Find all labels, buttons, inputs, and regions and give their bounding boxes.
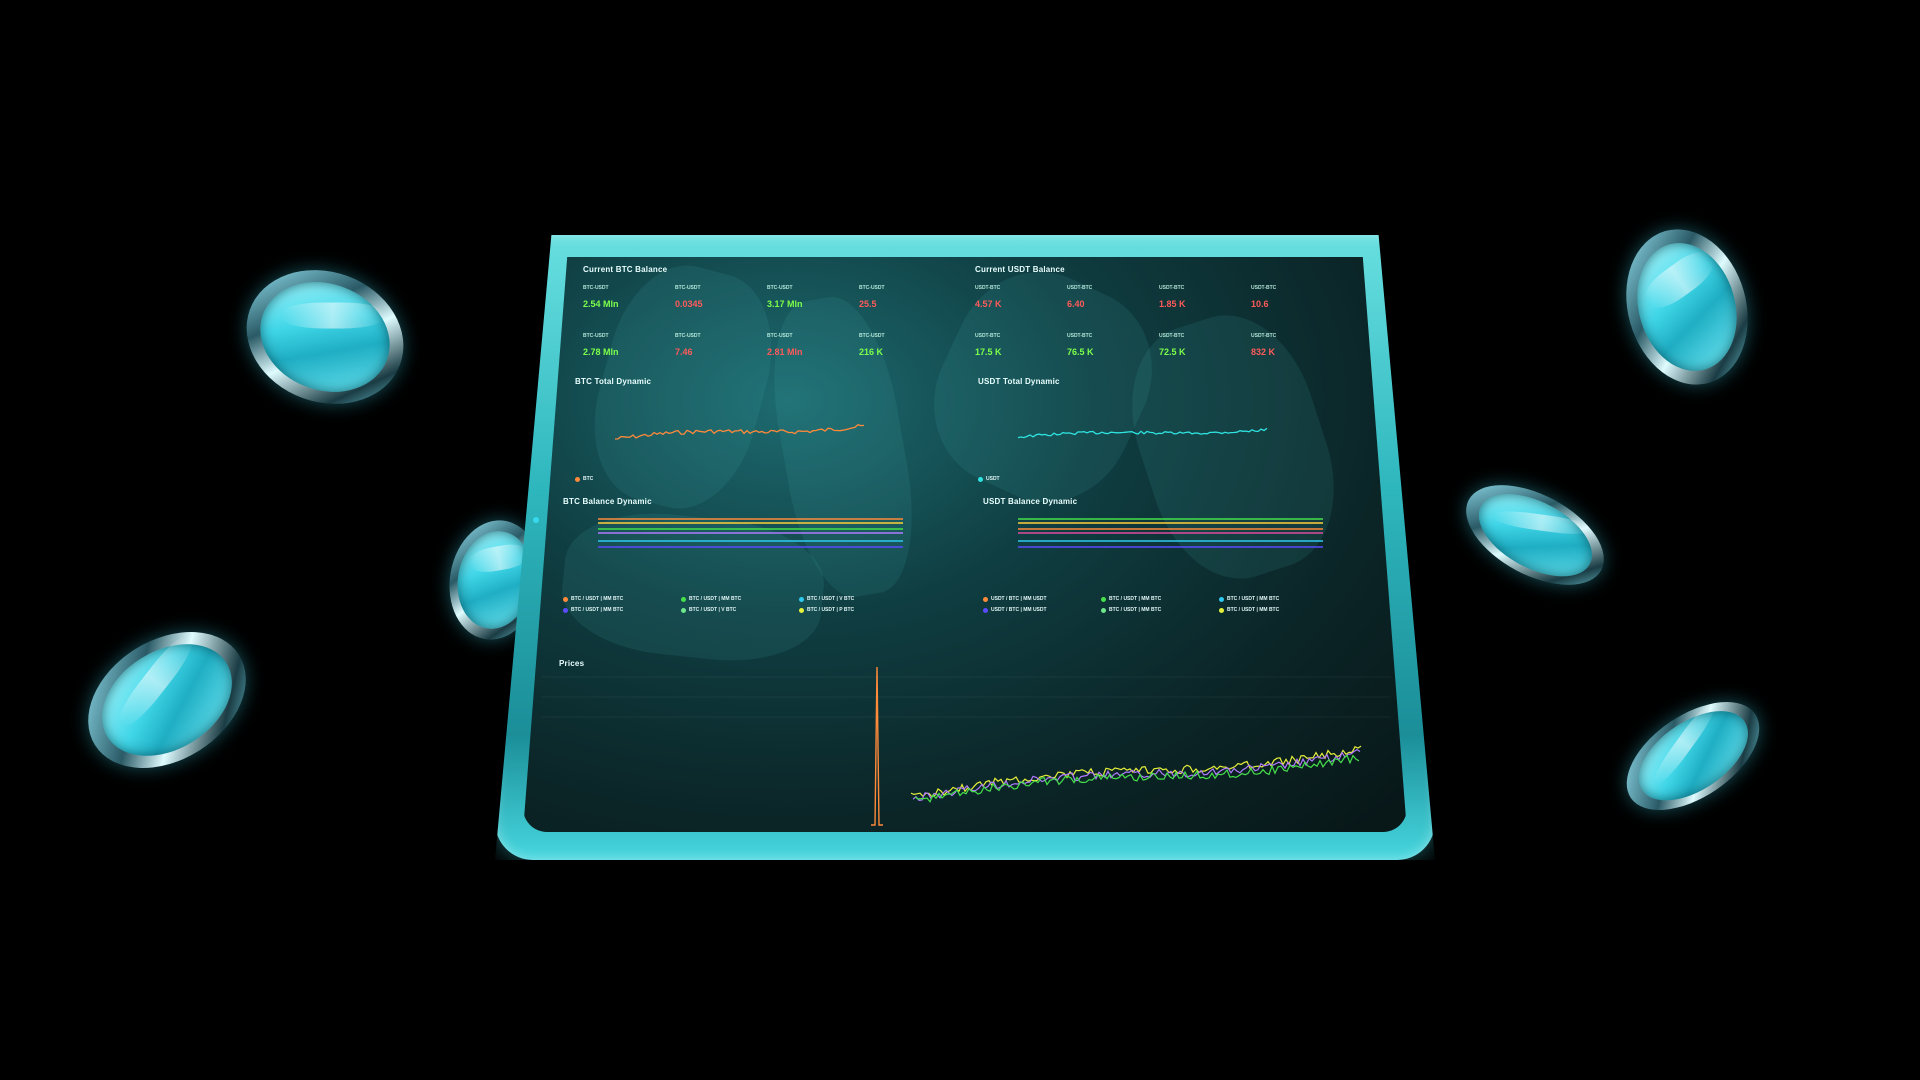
legend-label: USDT / BTC | MM USDT	[991, 607, 1047, 613]
usdt-balance-title: Current USDT Balance	[975, 265, 1065, 274]
coin-top-left	[227, 248, 423, 426]
btc-balance-cell-value: 2.78 Mln	[583, 347, 619, 357]
prices-panel: Prices	[541, 647, 1391, 827]
usdt-balance-cell-label: USDT-BTC	[975, 333, 1001, 339]
legend-dot	[563, 597, 568, 602]
usdt-balance-cell-label: USDT-BTC	[975, 285, 1001, 291]
usdt-balance-cell-value: 6.40	[1067, 299, 1085, 309]
usdt-balance-cell-value: 1.85 K	[1159, 299, 1186, 309]
usdt-balance-dynamic-title: USDT Balance Dynamic	[983, 497, 1078, 506]
coin-right-middle	[1450, 464, 1620, 606]
btc-balance-title: Current BTC Balance	[583, 265, 668, 274]
btc-balance-cell-label: BTC-USDT	[859, 333, 885, 339]
usdt-balance-cell-label: USDT-BTC	[1067, 333, 1093, 339]
usdt-balance-cell-label: USDT-BTC	[1159, 333, 1185, 339]
legend-label: BTC / USDT | MM BTC	[1109, 607, 1162, 613]
legend-label: BTC / USDT | V BTC	[807, 596, 855, 602]
usdt-balance-cell-value: 72.5 K	[1159, 347, 1186, 357]
btc-balance-cell-value: 0.0345	[675, 299, 703, 309]
scene: Current BTC Balance BTC-USDT 2.54 Mln BTC-…	[0, 0, 1920, 1080]
coin-left-bottom	[63, 604, 271, 796]
legend-dot	[983, 608, 988, 613]
dashboard-screen: Current BTC Balance BTC-USDT 2.54 Mln BTC-…	[523, 257, 1407, 832]
legend-label: BTC / USDT | MM BTC	[1227, 596, 1280, 602]
usdt-balance-panel: Current USDT Balance USDT-BTC 4.57 K USDT-…	[975, 265, 1355, 375]
usdt-balance-cell-label: USDT-BTC	[1251, 333, 1277, 339]
btc-total-legend-dot	[575, 477, 580, 482]
usdt-total-panel: USDT Total Dynamic USDT	[978, 377, 1308, 487]
legend-label: BTC / USDT | P BTC	[807, 607, 855, 613]
legend-label: BTC / USDT | MM BTC	[1227, 607, 1280, 613]
tablet: Current BTC Balance BTC-USDT 2.54 Mln BTC-…	[495, 235, 1435, 860]
btc-balance-cell-value: 3.17 Mln	[767, 299, 803, 309]
legend-dot	[563, 608, 568, 613]
legend-label: BTC / USDT | MM BTC	[571, 596, 624, 602]
btc-balance-cell-label: BTC-USDT	[583, 333, 609, 339]
legend-dot	[681, 608, 686, 613]
usdt-total-legend-dot	[978, 477, 983, 482]
legend-label: BTC / USDT | MM BTC	[571, 607, 624, 613]
legend-dot	[983, 597, 988, 602]
usdt-balance-dynamic-panel: USDT Balance Dynamic USDT / BTC | MM USD…	[983, 497, 1373, 637]
btc-balance-cell-value: 2.54 Mln	[583, 299, 619, 309]
legend-dot	[1101, 597, 1106, 602]
btc-total-panel: BTC Total Dynamic BTC	[575, 377, 905, 487]
legend-label: BTC / USDT | MM BTC	[1109, 596, 1162, 602]
legend-dot	[1101, 608, 1106, 613]
usdt-balance-dynamic-chart	[1018, 518, 1323, 548]
usdt-balance-cell-value: 10.6	[1251, 299, 1269, 309]
legend-dot	[1219, 608, 1224, 613]
coin-right-bottom	[1607, 680, 1779, 832]
btc-balance-cell-label: BTC-USDT	[767, 333, 793, 339]
coin-top-right	[1608, 214, 1766, 400]
btc-total-legend-label: BTC	[583, 476, 594, 482]
btc-balance-cell-value: 7.46	[675, 347, 693, 357]
prices-chart	[541, 666, 1391, 826]
usdt-balance-cell-label: USDT-BTC	[1159, 285, 1185, 291]
btc-total-chart	[614, 423, 865, 440]
legend-label: USDT / BTC | MM USDT	[991, 596, 1047, 602]
usdt-total-legend-label: USDT	[986, 476, 1000, 482]
btc-balance-cell-value: 216 K	[859, 347, 884, 357]
usdt-balance-cell-label: USDT-BTC	[1251, 285, 1277, 291]
btc-balance-dynamic-panel: BTC Balance Dynamic BTC / USDT | MM BTC B…	[563, 497, 943, 637]
btc-balance-dynamic-title: BTC Balance Dynamic	[563, 497, 652, 506]
btc-balance-cell-label: BTC-USDT	[859, 285, 885, 291]
legend-label: BTC / USDT | MM BTC	[689, 596, 742, 602]
btc-balance-cell-label: BTC-USDT	[767, 285, 793, 291]
legend-dot	[799, 608, 804, 613]
usdt-balance-cell-value: 76.5 K	[1067, 347, 1094, 357]
usdt-total-chart	[1017, 427, 1268, 439]
btc-balance-cell-value: 2.81 Mln	[767, 347, 803, 357]
usdt-balance-cell-value: 832 K	[1251, 347, 1276, 357]
btc-balance-cell-value: 25.5	[859, 299, 877, 309]
btc-balance-panel: Current BTC Balance BTC-USDT 2.54 Mln BTC-…	[583, 265, 963, 375]
tablet-camera	[533, 517, 539, 523]
legend-dot	[1219, 597, 1224, 602]
usdt-balance-cell-value: 4.57 K	[975, 299, 1002, 309]
btc-balance-cell-label: BTC-USDT	[675, 285, 701, 291]
legend-label: BTC / USDT | V BTC	[689, 607, 737, 613]
usdt-balance-cell-value: 17.5 K	[975, 347, 1002, 357]
legend-dot	[681, 597, 686, 602]
btc-balance-dynamic-chart	[598, 518, 903, 548]
btc-balance-cell-label: BTC-USDT	[675, 333, 701, 339]
legend-dot	[799, 597, 804, 602]
btc-balance-cell-label: BTC-USDT	[583, 285, 609, 291]
usdt-balance-cell-label: USDT-BTC	[1067, 285, 1093, 291]
